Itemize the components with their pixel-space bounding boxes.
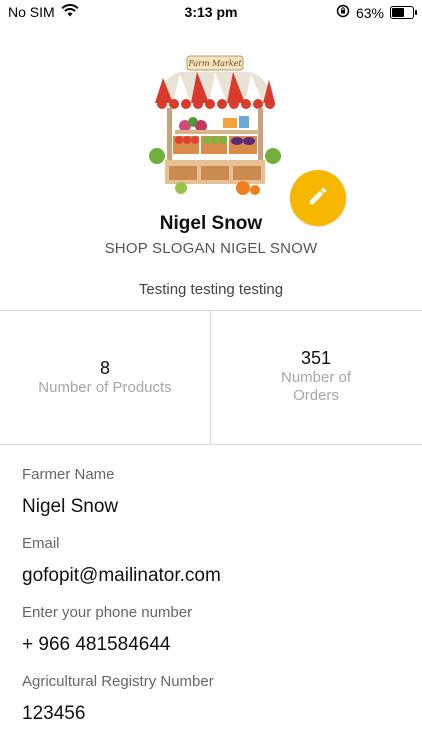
orders-stat: 351 Number of Orders [211,311,421,445]
products-count: 8 [99,358,110,378]
field-value: Nigel Snow [22,496,119,517]
orders-label-line1: Number of [280,369,352,386]
shop-description: Testing testing testing [138,281,284,298]
pencil-icon [307,185,329,212]
battery-percent: 63% [355,4,384,21]
field-label: Farmer Name [22,466,115,483]
profile-header: Farm Market [0,24,422,226]
orders-label-line2: Orders [293,387,339,404]
phone-field: Enter your phone number + 966 481584644 [22,604,402,673]
registry-number-field: Agricultural Registry Number 123456 [22,673,402,742]
battery-fill [392,8,405,17]
shop-slogan: SHOP SLOGAN NIGEL SNOW [104,240,318,257]
market-sign-text: Farm Market [187,59,242,68]
battery-icon [390,6,417,19]
orders-count: 351 [300,348,332,368]
stats-section: 8 Number of Products 351 Number of Order… [0,311,422,445]
divider-bottom [0,444,422,445]
field-value: 123456 [22,703,86,724]
products-stat: 8 Number of Products [0,311,210,445]
shop-name: Nigel Snow [159,213,263,234]
farmer-name-field: Farmer Name Nigel Snow [22,466,402,535]
field-value: + 966 481584644 [22,634,171,655]
field-label: Email [22,535,60,552]
field-value: gofopit@mailinator.com [22,565,221,586]
products-label: Number of Products [38,379,172,396]
email-field: Email gofopit@mailinator.com [22,535,402,604]
field-label: Agricultural Registry Number [22,673,214,690]
status-right: 63% [336,4,417,21]
status-bar: No SIM 3:13 pm 63% [0,0,422,24]
farm-market-image: Farm Market [145,48,285,198]
profile-fields: Farmer Name Nigel Snow Email gofopit@mai… [22,466,402,742]
orientation-lock-icon [336,4,350,21]
field-label: Enter your phone number [22,604,193,621]
